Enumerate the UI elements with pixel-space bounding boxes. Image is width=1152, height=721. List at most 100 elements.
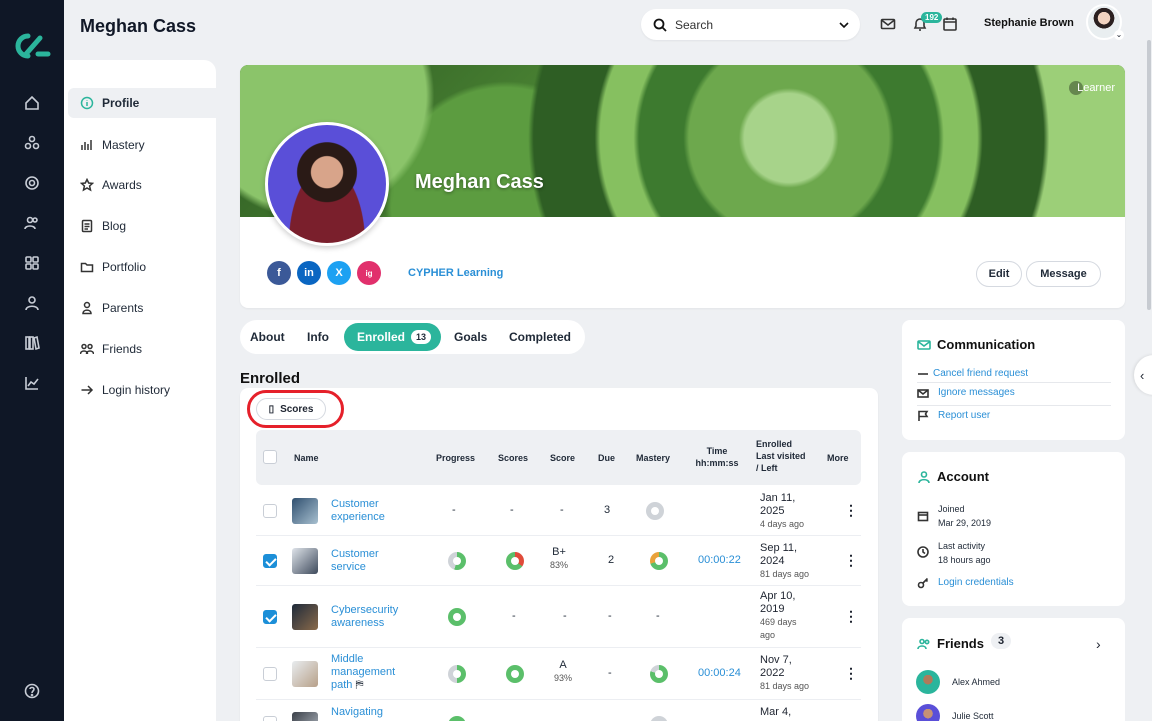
friend-avatar[interactable] — [916, 704, 940, 721]
row-checkbox[interactable] — [263, 554, 277, 568]
column-header-time[interactable]: Time hh:mm:ss — [692, 445, 742, 469]
time-value[interactable]: 00:00:24 — [698, 667, 741, 679]
table-row[interactable]: Navigating Mar 4, — [256, 700, 861, 721]
friend-name[interactable]: Julie Scott — [952, 709, 994, 721]
help-icon[interactable] — [22, 681, 42, 701]
course-link[interactable]: Customer experience — [331, 498, 421, 524]
chevron-right-icon[interactable]: › — [1096, 636, 1101, 652]
folder-icon — [80, 262, 94, 273]
mail-icon[interactable] — [880, 16, 896, 32]
row-checkbox[interactable] — [263, 610, 277, 624]
scores-button[interactable]: ▯ Scores — [256, 398, 326, 420]
table-row[interactable]: Customer service B+ 83% 2 00:00:22 Sep 11,… — [256, 536, 861, 586]
library-icon[interactable] — [22, 333, 42, 353]
friends-icon — [917, 637, 931, 651]
scrollbar[interactable] — [1147, 40, 1151, 310]
course-thumbnail — [292, 498, 318, 524]
ignore-messages-link[interactable]: Ignore messages — [938, 387, 1015, 398]
friends-title: Friends — [937, 636, 984, 651]
x-twitter-icon[interactable]: X — [327, 261, 351, 285]
mute-mail-icon — [917, 387, 929, 399]
row-checkbox[interactable] — [263, 667, 277, 681]
tab-enrolled[interactable]: Enrolled 13 — [344, 323, 442, 351]
course-link[interactable]: Navigating — [331, 706, 421, 719]
nav-item-portfolio[interactable]: Portfolio — [68, 252, 216, 282]
column-header-score[interactable]: Score — [550, 452, 575, 464]
nav-item-awards[interactable]: Awards — [68, 170, 216, 200]
current-user-name[interactable]: Stephanie Brown — [984, 17, 1074, 29]
enrolled-table-card: ▯ Scores Name Progress Scores Score Due … — [240, 388, 878, 721]
person-icon[interactable] — [22, 293, 42, 313]
column-header-enrolled[interactable]: Enrolled Last visited / Left — [756, 438, 806, 474]
people-icon[interactable] — [22, 213, 42, 233]
column-header-due[interactable]: Due — [598, 452, 615, 464]
tab-completed[interactable]: Completed — [509, 320, 571, 354]
row-more-icon[interactable]: ⋮ — [844, 608, 858, 625]
enrolled-date: Apr 10, 2019 469 days ago — [760, 590, 797, 640]
mastery-ring — [650, 665, 668, 683]
tab-goals[interactable]: Goals — [454, 320, 487, 354]
linkedin-icon[interactable]: in — [297, 261, 321, 285]
tab-info[interactable]: Info — [307, 320, 329, 354]
user-menu-chevron-icon[interactable]: ⌄ — [1114, 30, 1124, 40]
row-checkbox[interactable] — [263, 716, 277, 721]
row-more-icon[interactable]: ⋮ — [844, 552, 858, 569]
course-link[interactable]: Cybersecurity awareness — [331, 604, 421, 630]
row-more-icon[interactable]: ⋮ — [844, 502, 858, 519]
time-value[interactable]: 00:00:22 — [698, 554, 741, 566]
row-checkbox[interactable] — [263, 504, 277, 518]
chevron-left-icon: ‹ — [1140, 367, 1145, 383]
cypher-logo[interactable] — [12, 32, 52, 60]
course-link[interactable]: Middle management path ⛿ — [331, 653, 421, 692]
chevron-down-icon[interactable] — [838, 19, 850, 31]
instagram-icon[interactable]: ig — [357, 261, 381, 285]
organization-link[interactable]: CYPHER Learning — [408, 267, 503, 279]
table-row[interactable]: Customer experience - - - 3 Jan 11, 2025 4 … — [256, 486, 861, 536]
nav-item-login-history[interactable]: Login history — [68, 375, 216, 405]
scores-ring — [506, 552, 524, 570]
friends-icon — [80, 343, 94, 355]
progress-ring — [448, 552, 466, 570]
nav-item-blog[interactable]: Blog — [68, 211, 216, 241]
table-row[interactable]: Middle management path ⛿ A 93% - 00:00:24 N… — [256, 648, 861, 700]
select-all-checkbox[interactable] — [263, 450, 277, 464]
nav-item-profile[interactable]: Profile — [68, 88, 216, 118]
facebook-icon[interactable]: f — [267, 261, 291, 285]
home-icon[interactable] — [22, 93, 42, 113]
mastery-ring — [650, 716, 668, 721]
calendar-icon[interactable] — [942, 16, 958, 32]
friend-name[interactable]: Alex Ahmed — [952, 675, 1000, 689]
tab-about[interactable]: About — [250, 320, 285, 354]
message-button[interactable]: Message — [1026, 261, 1101, 287]
login-credentials-link[interactable]: Login credentials — [938, 577, 1014, 588]
scores-value: - — [512, 610, 516, 622]
edit-button[interactable]: Edit — [976, 261, 1022, 287]
progress-value: - — [452, 504, 456, 516]
report-user-link[interactable]: Report user — [938, 410, 990, 421]
column-header-scores[interactable]: Scores — [498, 452, 528, 464]
score-value: B+ 83% — [550, 546, 569, 570]
search-box[interactable]: Search — [641, 9, 860, 40]
cancel-friend-request-link[interactable]: Cancel friend request — [933, 368, 1028, 379]
friend-avatar[interactable] — [916, 670, 940, 694]
collapse-panel-button[interactable]: ‹ — [1134, 355, 1152, 395]
profile-name: Meghan Cass — [415, 171, 544, 193]
course-link[interactable]: Customer service — [331, 548, 421, 574]
search-input[interactable]: Search — [675, 18, 838, 32]
grid-icon[interactable] — [22, 253, 42, 273]
row-more-icon[interactable]: ⋮ — [844, 665, 858, 682]
friends-card: Friends 3 › Alex Ahmed Julie Scott — [902, 618, 1125, 721]
column-header-name[interactable]: Name — [294, 452, 319, 464]
nav-item-mastery[interactable]: Mastery — [68, 130, 216, 160]
table-row[interactable]: Cybersecurity awareness - - - - Apr 10, 20… — [256, 586, 861, 648]
column-header-mastery[interactable]: Mastery — [636, 452, 670, 464]
profile-avatar[interactable] — [265, 122, 389, 246]
chart-icon[interactable] — [22, 373, 42, 393]
nav-item-parents[interactable]: Parents — [68, 293, 216, 323]
target-icon[interactable] — [22, 173, 42, 193]
document-icon: ▯ — [268, 403, 275, 415]
enrolled-date: Jan 11, 2025 4 days ago — [760, 492, 805, 529]
column-header-progress[interactable]: Progress — [436, 452, 475, 464]
network-icon[interactable] — [22, 133, 42, 153]
nav-item-friends[interactable]: Friends — [68, 334, 216, 364]
